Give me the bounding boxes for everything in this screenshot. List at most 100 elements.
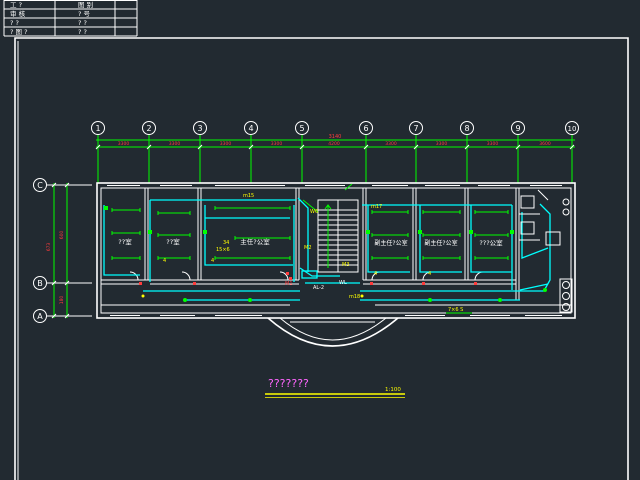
- axis-bubble: 2: [142, 121, 156, 135]
- toilet-fixture: [520, 195, 535, 209]
- stair-arrow: [324, 204, 332, 268]
- fluorescent-lamp: [474, 210, 509, 260]
- fluorescent-lamp: [422, 210, 461, 260]
- wire-cyan: [539, 203, 551, 290]
- lamp-end-marker: [510, 230, 514, 234]
- room-label: ??室: [118, 237, 132, 246]
- title-block-label: ? ?: [10, 19, 19, 27]
- ceiling-lamp: [498, 298, 502, 302]
- room-label: ???公室: [479, 238, 503, 247]
- circuit-tag: W6: [310, 209, 318, 215]
- lamp-spec-tag: 7×6 S: [448, 307, 463, 313]
- circuit-tag: M1: [285, 281, 293, 287]
- lamp-spec-tag: 15×6: [216, 247, 230, 253]
- dimension-text: 3300: [118, 141, 130, 147]
- fluorescent-lamp: [111, 208, 141, 260]
- axis-label: 8: [464, 124, 469, 133]
- wire-count-tag: 4: [163, 258, 166, 264]
- staircase: [317, 199, 359, 273]
- axis-bubble: 8: [460, 121, 474, 135]
- switch-marker: [289, 277, 292, 280]
- lamp-end-marker: [469, 230, 473, 234]
- dimension-top: 3140 3300 3300 3300 3300 4200 3300 3300 …: [95, 134, 575, 183]
- axis-label: 5: [299, 124, 304, 133]
- dimension-text: 3300: [436, 141, 448, 147]
- exhaust-fan: [562, 281, 570, 289]
- axis-label: 6: [363, 124, 368, 133]
- stair-treads: [318, 200, 358, 272]
- drawing-scale: 1:100: [385, 387, 401, 393]
- dimension-text: 180: [59, 296, 65, 305]
- axis-bubble: 1: [91, 121, 105, 135]
- circuit-tag: WL: [339, 280, 347, 286]
- fixture-group: [559, 278, 573, 313]
- title-block-value: ? ?: [78, 19, 87, 27]
- axis-label: A: [37, 312, 43, 321]
- switch-marker: [370, 282, 373, 285]
- title-block-label: ? 图 ?: [10, 28, 28, 36]
- lamp-end-marker: [148, 230, 152, 234]
- axis-bubble: 6: [359, 121, 373, 135]
- title-block-value: ? 号: [78, 10, 91, 18]
- toilet-fixture: [520, 221, 535, 235]
- washbasin: [562, 208, 570, 216]
- switch-marker: [193, 282, 196, 285]
- title-block-value: ? ?: [78, 28, 87, 36]
- dimension-text: 3300: [385, 141, 397, 147]
- axis-label: 1: [95, 124, 100, 133]
- dimension-text: 3300: [271, 141, 283, 147]
- wire-cyan: [419, 205, 462, 273]
- axis-bubble: 5: [295, 121, 309, 135]
- fluorescent-lamp: [371, 210, 409, 260]
- drawing-title: ???????: [268, 377, 309, 390]
- wire-cyan: [204, 205, 293, 266]
- axis-label: 9: [515, 124, 520, 133]
- wire-count-tag: 4: [428, 271, 431, 277]
- axis-bubbles-top: 1 2 3 4 5 6 7 8 9 10: [91, 121, 579, 135]
- circuit-tag: m15: [243, 193, 254, 199]
- axis-bubble: A: [33, 309, 47, 323]
- axis-label: B: [37, 279, 43, 288]
- wire-cyan: [521, 212, 549, 259]
- room-label: 副主任?公室: [424, 239, 457, 247]
- washbasin: [562, 198, 570, 206]
- axis-bubble: 4: [244, 121, 258, 135]
- wire-count-tag: 4: [211, 258, 214, 264]
- axis-bubbles-left: C B A 673 600 180: [33, 178, 92, 323]
- dimension-text: 4200: [328, 141, 340, 147]
- room-label: 主任?公室: [240, 237, 270, 246]
- title-block-value: 图 别: [78, 0, 93, 9]
- sink: [545, 231, 561, 246]
- switch-marker: [474, 282, 477, 285]
- title-block: 工 ? 审 核 ? ? ? 图 ? 图 别 ? 号 ? ? ? ?: [3, 0, 138, 37]
- title-block-label: 审 核: [10, 9, 26, 18]
- toilet-fixtures: [519, 189, 573, 313]
- axis-label: 10: [568, 125, 577, 133]
- dimension-text: 600: [59, 231, 65, 240]
- ceiling-lamp: [248, 298, 252, 302]
- cad-drawing: 工 ? 审 核 ? ? ? 图 ? 图 别 ? 号 ? ? ? ? 1 2 3 …: [3, 0, 629, 480]
- axis-label: 2: [146, 124, 151, 133]
- dimension-text: 3300: [487, 141, 499, 147]
- dimension-text: 3300: [220, 141, 232, 147]
- socket-marker: [360, 294, 364, 298]
- room-label: ??室: [166, 237, 180, 246]
- circuit-tag: M3: [342, 262, 350, 268]
- axis-label: 4: [248, 124, 253, 133]
- axis-bubble: 9: [511, 121, 525, 135]
- lamp-end-marker: [203, 230, 207, 234]
- dimension-text: 673: [46, 243, 52, 252]
- ceiling-lamp: [428, 298, 432, 302]
- drawing-frame: [14, 37, 629, 480]
- axis-bubble: 3: [193, 121, 207, 135]
- lamp-end-marker: [366, 230, 370, 234]
- axis-bubble: C: [33, 178, 47, 192]
- axis-bubble: B: [33, 276, 47, 290]
- fan-marker: [543, 288, 547, 292]
- axis-bubble: 7: [409, 121, 423, 135]
- switch-marker: [422, 282, 425, 285]
- room-label: 副主任?公室: [374, 239, 407, 247]
- axis-label: C: [37, 181, 43, 190]
- socket-marker: [141, 294, 145, 298]
- panel-tag: AL-2: [313, 285, 324, 291]
